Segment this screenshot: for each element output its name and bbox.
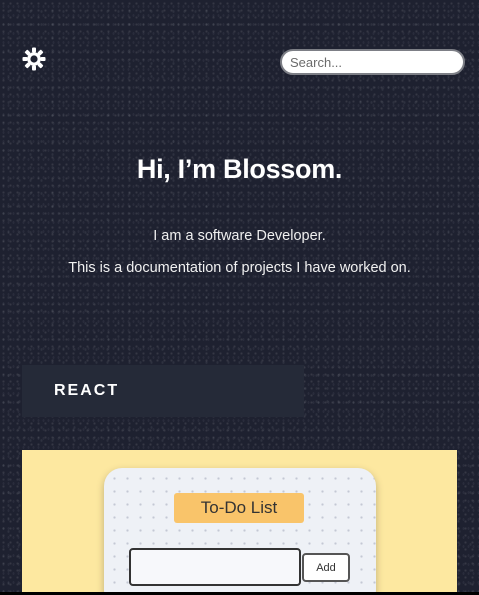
todo-add-button-preview: Add (302, 553, 350, 582)
todo-title: To-Do List (174, 493, 304, 523)
description-text: This is a documentation of projects I ha… (68, 260, 411, 276)
todo-input-preview (129, 548, 301, 586)
category-tab-label: REACT (54, 382, 120, 399)
intro-text: I am a software Developer. (153, 228, 326, 244)
project-card-todo[interactable]: To-Do List Add (22, 450, 457, 595)
category-tab-react[interactable]: REACT (22, 365, 304, 417)
theme-toggle-button[interactable] (22, 47, 46, 71)
sun-icon (22, 47, 46, 71)
project-screenshot: To-Do List Add (104, 468, 376, 595)
search-input[interactable] (280, 49, 465, 75)
page-title: Hi, I’m Blossom. (136, 154, 343, 184)
